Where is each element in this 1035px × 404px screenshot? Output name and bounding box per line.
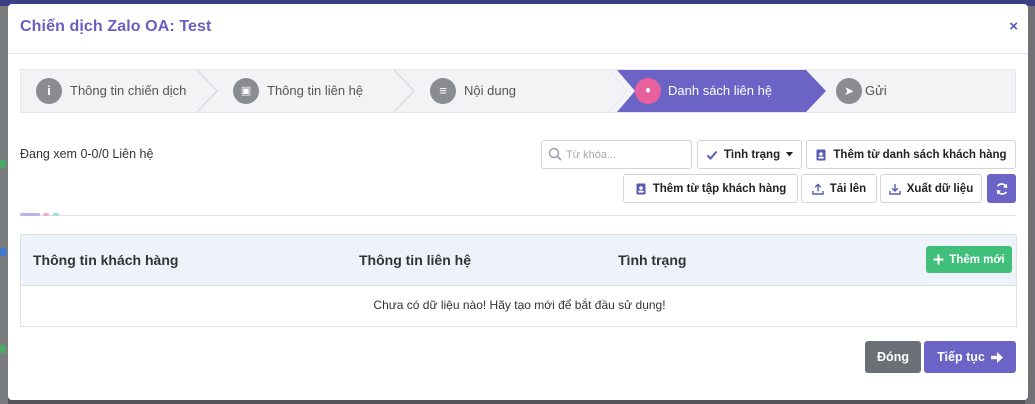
status-filter-label: Tình trạng [723,148,781,161]
step-contact-info[interactable]: ▣ Thông tin liên hệ [218,70,408,112]
step-label: Gửi [865,83,887,98]
background-mark [0,345,6,353]
background-mark [0,248,6,256]
add-from-customer-set-label: Thêm từ tập khách hàng [652,182,787,195]
campaign-modal: Chiến dịch Zalo OA: Test × i Thông tin c… [8,4,1028,400]
search-icon [548,147,562,161]
section-divider [20,215,1016,216]
upload-label: Tải lên [829,182,867,195]
loading-indicator [20,213,40,216]
loading-indicator [53,213,59,216]
close-button[interactable]: Đóng [865,341,921,373]
table-header: Thông tin khách hàng Thông tin liên hệ T… [21,235,1016,286]
step-contact-list[interactable]: ● Danh sách liên hệ [621,70,821,112]
export-button[interactable]: Xuất dữ liệu [880,174,982,203]
column-header-customer-info: Thông tin khách hàng [33,252,179,268]
search-input[interactable] [566,146,686,164]
add-new-label: Thêm mới [949,253,1005,266]
contact-book-icon [816,149,826,160]
column-header-contact-info: Thông tin liên hệ [359,252,471,268]
step-label: Nội dung [464,83,517,98]
loading-indicator [43,213,49,216]
background-mark [0,160,6,168]
upload-icon [812,182,824,195]
viewing-count: Đang xem 0-0/0 Liên hệ [20,147,154,161]
add-from-customer-list-label: Thêm từ danh sách khách hàng [833,148,1007,161]
step-label: Thông tin chiến dịch [70,83,187,98]
continue-button[interactable]: Tiếp tục [924,341,1016,373]
step-wizard: i Thông tin chiến dịch ▣ Thông tin liên … [20,69,1016,113]
step-content[interactable]: ≡ Nội dung [415,70,605,112]
download-icon [889,183,901,195]
column-header-status: Tình trạng [618,252,687,268]
caret-down-icon [786,152,794,157]
arrow-right-icon [990,351,1003,363]
paper-plane-icon: ➤ [836,78,862,104]
upload-button[interactable]: Tải lên [801,174,877,203]
user-icon: ● [635,78,661,104]
step-label: Danh sách liên hệ [668,83,773,98]
contact-book-icon [636,183,646,194]
document-icon: ≡ [430,78,456,104]
refresh-icon [996,182,1007,195]
contact-table: Thông tin khách hàng Thông tin liên hệ T… [20,234,1017,327]
status-filter-button[interactable]: Tình trạng [697,140,802,169]
step-label: Thông tin liên hệ [267,83,364,98]
step-send[interactable]: ➤ Gửi [826,70,1015,112]
close-button-label: Đóng [877,350,909,364]
plus-icon [933,254,944,265]
add-from-customer-list-button[interactable]: Thêm từ danh sách khách hàng [806,140,1016,169]
info-icon: i [36,78,62,104]
empty-state-message: Chưa có dữ liệu nào! Hãy tạo mới để bắt … [373,298,666,312]
contact-card-icon: ▣ [233,78,259,104]
close-icon[interactable]: × [1009,18,1018,35]
modal-title: Chiến dịch Zalo OA: Test [20,18,212,35]
modal-header: Chiến dịch Zalo OA: Test × [8,4,1028,54]
add-from-customer-set-button[interactable]: Thêm từ tập khách hàng [623,174,798,203]
continue-button-label: Tiếp tục [937,350,985,364]
export-label: Xuất dữ liệu [906,182,974,195]
search-box [541,140,692,169]
step-campaign-info[interactable]: i Thông tin chiến dịch [21,70,211,112]
check-icon [706,150,718,160]
add-new-button[interactable]: Thêm mới [926,246,1012,273]
refresh-button[interactable] [987,174,1016,203]
